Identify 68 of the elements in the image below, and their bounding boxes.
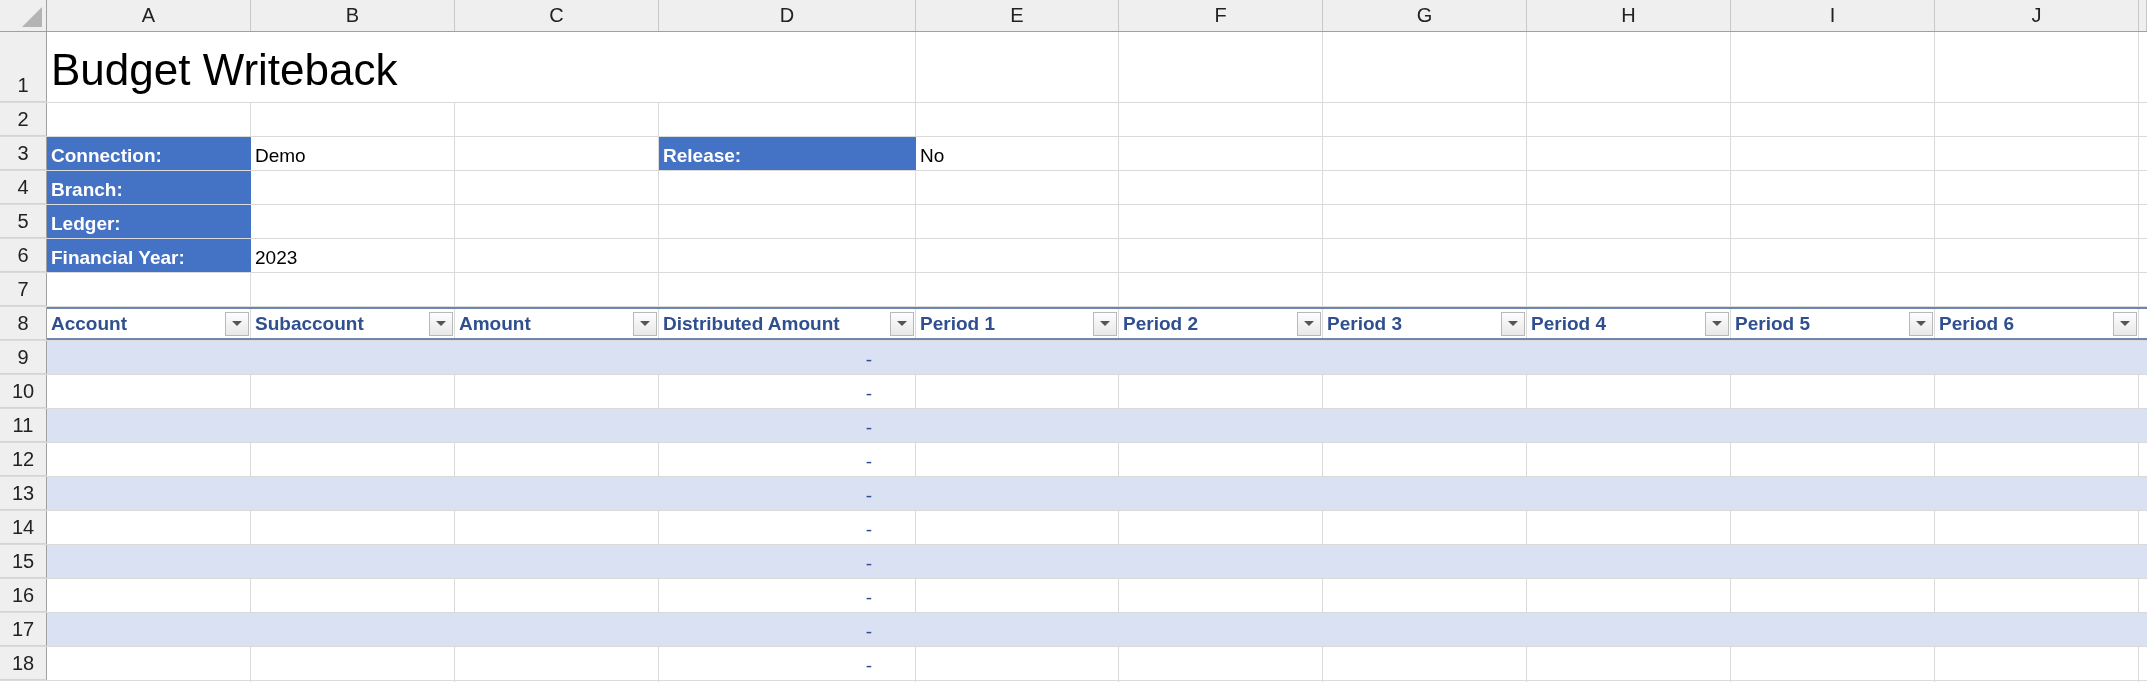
column-title: Amount bbox=[459, 312, 531, 335]
caret-icon bbox=[1100, 321, 1110, 326]
column-title: Period 3 bbox=[1327, 312, 1402, 335]
table-cell: - bbox=[865, 349, 872, 371]
column-title: Period 6 bbox=[1939, 312, 2014, 335]
filter-dropdown-button[interactable] bbox=[1501, 311, 1525, 336]
column-header[interactable]: C bbox=[549, 4, 564, 27]
filter-dropdown-button[interactable] bbox=[890, 311, 914, 336]
filter-dropdown-button[interactable] bbox=[1909, 311, 1933, 336]
column-header[interactable]: H bbox=[1621, 4, 1636, 27]
row-number[interactable]: 2 bbox=[17, 108, 29, 131]
column-header[interactable]: G bbox=[1416, 4, 1433, 27]
table-cell: - bbox=[865, 655, 872, 677]
caret-icon bbox=[1916, 321, 1926, 326]
row-number[interactable]: 8 bbox=[17, 312, 29, 335]
caret-icon bbox=[897, 321, 907, 326]
sheet-title: Budget Writeback bbox=[51, 45, 398, 96]
table-cell: - bbox=[865, 417, 872, 439]
column-header[interactable]: J bbox=[2031, 4, 2042, 27]
row-number[interactable]: 3 bbox=[17, 142, 29, 165]
row-number[interactable]: 1 bbox=[17, 74, 29, 97]
table-cell: - bbox=[865, 519, 872, 541]
caret-icon bbox=[2120, 321, 2130, 326]
column-title: Period 2 bbox=[1123, 312, 1198, 335]
column-title: Distributed Amount bbox=[663, 312, 840, 335]
caret-icon bbox=[1508, 321, 1518, 326]
filter-dropdown-button[interactable] bbox=[633, 311, 657, 336]
column-header[interactable]: E bbox=[1010, 4, 1024, 27]
caret-icon bbox=[1712, 321, 1722, 326]
column-header[interactable]: F bbox=[1214, 4, 1227, 27]
table-cell: - bbox=[865, 553, 872, 575]
field-label: Release: bbox=[659, 137, 916, 170]
caret-icon bbox=[436, 321, 446, 326]
filter-dropdown-button[interactable] bbox=[1297, 311, 1321, 336]
field-label: Financial Year: bbox=[47, 239, 251, 272]
column-header[interactable]: A bbox=[141, 4, 156, 27]
table-cell: - bbox=[865, 485, 872, 507]
table-cell: - bbox=[865, 383, 872, 405]
column-header[interactable]: D bbox=[779, 4, 795, 27]
filter-dropdown-button[interactable] bbox=[429, 311, 453, 336]
field-value: Demo bbox=[255, 145, 306, 167]
table-cell: - bbox=[865, 621, 872, 643]
caret-icon bbox=[232, 321, 242, 326]
row-number[interactable]: 5 bbox=[17, 210, 29, 233]
row-number[interactable]: 9 bbox=[17, 346, 29, 369]
column-title: Period 5 bbox=[1735, 312, 1810, 335]
field-value: 2023 bbox=[255, 247, 298, 269]
caret-icon bbox=[640, 321, 650, 326]
column-title: Period 1 bbox=[920, 312, 995, 335]
filter-dropdown-button[interactable] bbox=[225, 311, 249, 336]
row-number[interactable]: 4 bbox=[17, 176, 29, 199]
field-label: Branch: bbox=[47, 171, 251, 204]
filter-dropdown-button[interactable] bbox=[2113, 311, 2137, 336]
field-value: No bbox=[920, 145, 945, 167]
column-title: Period 4 bbox=[1531, 312, 1606, 335]
filter-dropdown-button[interactable] bbox=[1093, 311, 1117, 336]
caret-icon bbox=[1304, 321, 1314, 326]
field-label: Ledger: bbox=[47, 205, 251, 238]
column-header[interactable]: I bbox=[1829, 4, 1836, 27]
row-number[interactable]: 6 bbox=[17, 244, 29, 267]
table-cell: - bbox=[865, 451, 872, 473]
table-cell: - bbox=[865, 587, 872, 609]
row-number[interactable]: 7 bbox=[17, 278, 29, 301]
filter-dropdown-button[interactable] bbox=[1705, 311, 1729, 336]
column-title: Subaccount bbox=[255, 312, 364, 335]
column-header[interactable]: B bbox=[345, 4, 360, 27]
column-title: Account bbox=[51, 312, 127, 335]
field-label: Connection: bbox=[47, 137, 251, 170]
